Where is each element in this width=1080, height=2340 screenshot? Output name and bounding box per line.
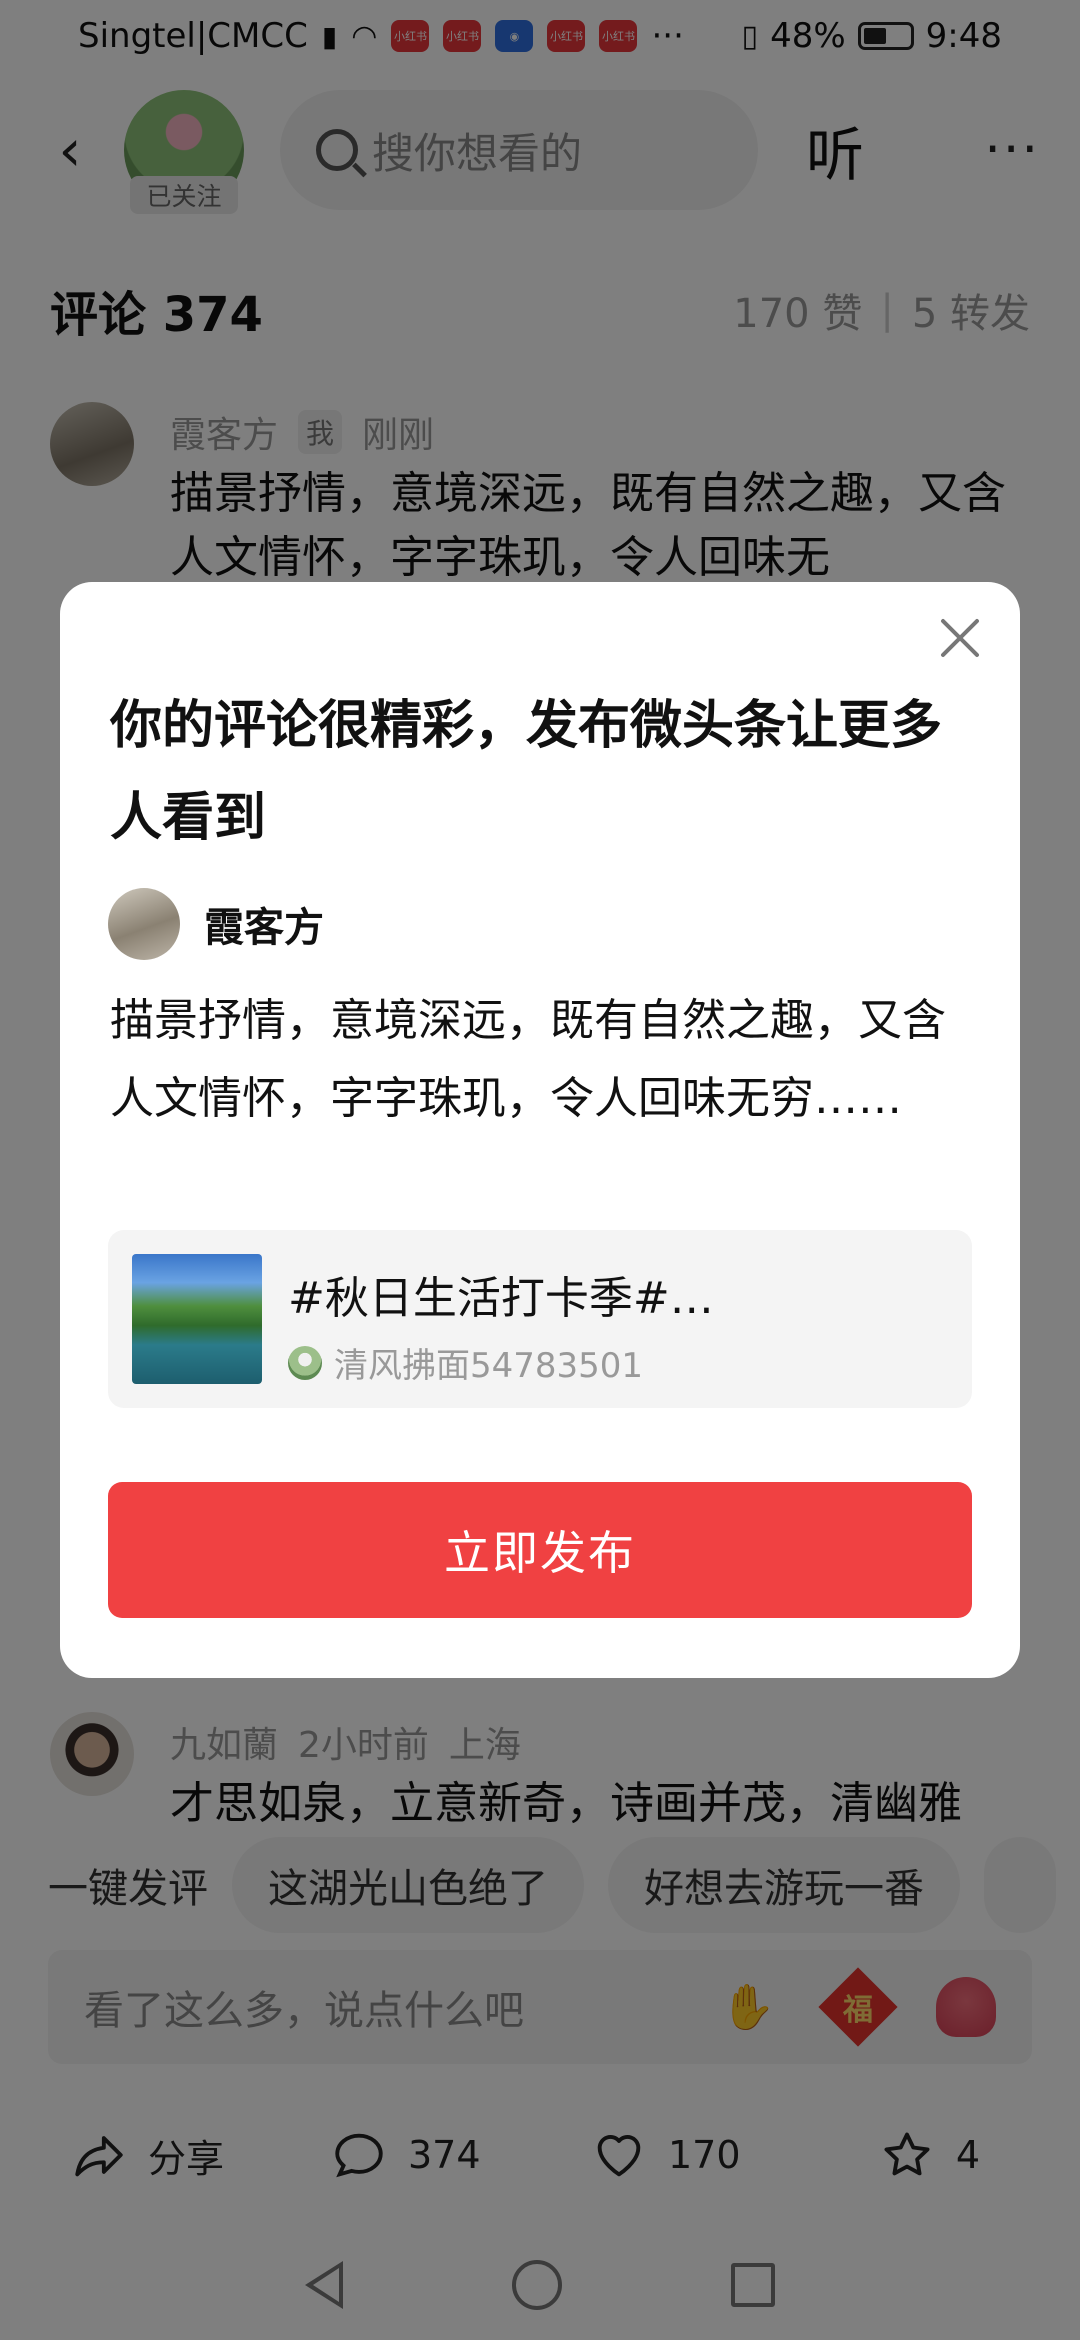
close-icon[interactable] <box>934 612 986 664</box>
dialog-author-avatar <box>108 888 180 960</box>
post-thumbnail <box>132 1254 262 1384</box>
dialog-title: 你的评论很精彩，发布微头条让更多人看到 <box>110 696 943 848</box>
dialog-author-name: 霞客方 <box>204 905 324 951</box>
publish-dialog: 你的评论很精彩，发布微头条让更多人看到 霞客方 描景抒情，意境深远，既有自然之趣… <box>60 582 1020 1678</box>
linked-post-card[interactable]: #秋日生活打卡季#… 清风拂面54783501 <box>108 1230 972 1408</box>
post-card-title: #秋日生活打卡季#… <box>288 1273 714 1324</box>
dialog-author: 霞客方 <box>108 888 324 960</box>
post-author-avatar <box>288 1345 322 1380</box>
publish-now-button[interactable]: 立即发布 <box>108 1482 972 1618</box>
post-author-name: 清风拂面54783501 <box>334 1346 644 1386</box>
dialog-comment-text: 描景抒情，意境深远，既有自然之趣，又含人文情怀，字字珠玑，令人回味无穷…… <box>110 995 946 1124</box>
post-card-author: 清风拂面54783501 <box>288 1338 643 1387</box>
